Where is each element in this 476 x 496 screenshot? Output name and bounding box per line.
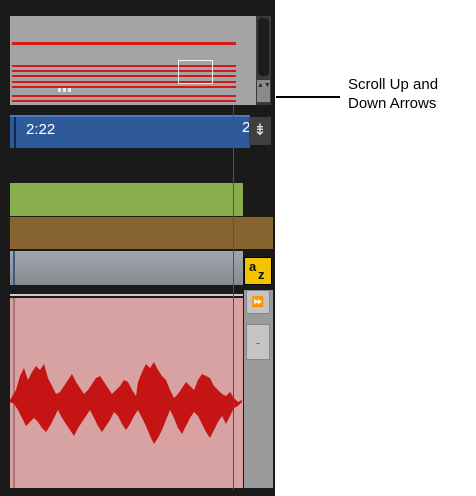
overview-clip-line	[12, 100, 236, 102]
overview-clip-line	[12, 86, 236, 88]
waveform-path	[10, 362, 242, 444]
overview-view-rectangle[interactable]	[178, 60, 213, 84]
ruler-cursor	[14, 117, 16, 148]
audio-clip[interactable]	[10, 298, 243, 488]
az-letter-a: a	[249, 259, 257, 274]
track-gray[interactable]	[10, 251, 243, 285]
track-side-controls: ⏩ -	[244, 290, 273, 488]
minimize-button[interactable]: -	[246, 324, 270, 360]
track-cursor	[13, 251, 15, 285]
overview-marker-dots	[58, 88, 72, 92]
timeline-ruler[interactable]: 2:22	[10, 115, 242, 148]
fast-forward-button[interactable]: ⏩	[246, 290, 270, 314]
overview-clip-line	[12, 95, 236, 97]
ruler-expand-button[interactable]: ⇟	[249, 117, 271, 145]
minus-icon: -	[255, 335, 261, 350]
callout-leader-line	[276, 96, 340, 98]
overview-clip-line	[12, 42, 236, 45]
expand-down-icon: ⇟	[253, 122, 267, 139]
audio-waveform	[10, 362, 242, 444]
mini-overview-panel[interactable]	[10, 16, 256, 105]
az-letter-z: z	[258, 267, 265, 282]
overview-scrollbar[interactable]: ▲▼	[256, 16, 271, 105]
track-green[interactable]	[10, 183, 243, 216]
fast-forward-icon: ⏩	[251, 297, 265, 308]
az-sort-button[interactable]: a z	[244, 257, 272, 285]
scrollbar-thumb[interactable]	[258, 18, 269, 76]
playhead-line	[233, 105, 234, 490]
scroll-up-down-arrows[interactable]: ▲▼	[257, 80, 271, 102]
track-separator	[10, 294, 243, 296]
time-counter: 2:22	[26, 121, 56, 138]
callout-label: Scroll Up and Down Arrows	[348, 76, 439, 112]
